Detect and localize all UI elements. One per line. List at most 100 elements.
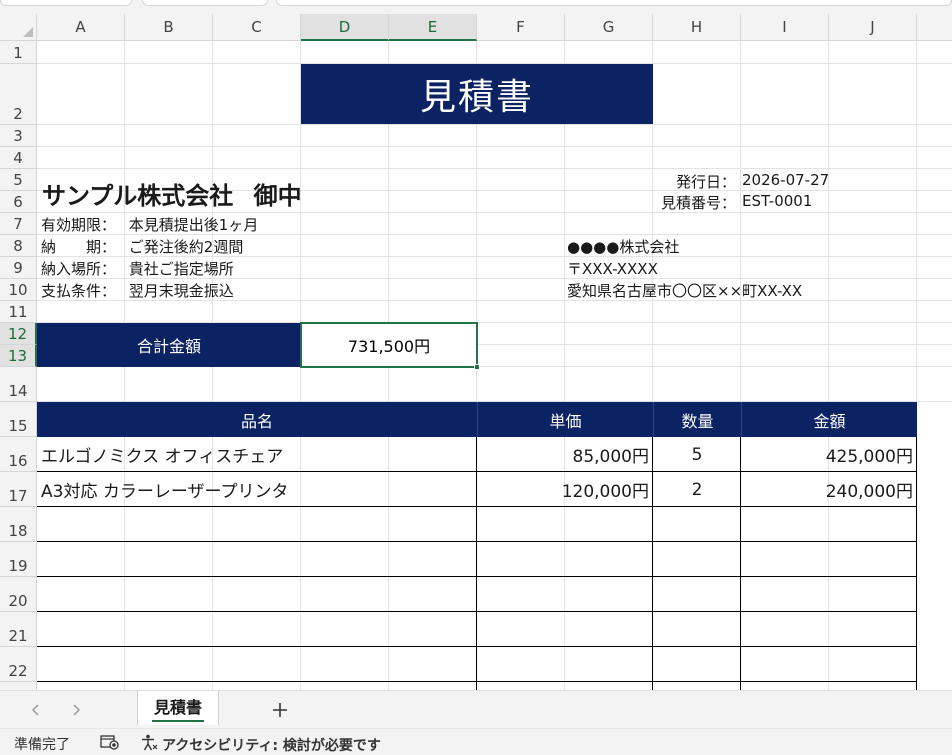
row-header[interactable]: 8 xyxy=(0,235,37,257)
gridline xyxy=(37,124,952,125)
row-header[interactable]: 19 xyxy=(0,542,37,577)
column-header-i[interactable]: I xyxy=(741,14,829,41)
status-ready: 準備完了 xyxy=(14,737,70,753)
table-border xyxy=(37,611,917,612)
accessibility-icon xyxy=(140,734,158,755)
column-header-h[interactable]: H xyxy=(653,14,741,41)
toolbar-tab-stub[interactable] xyxy=(0,0,132,6)
accessibility-status[interactable]: アクセシビリティ: 検討が必要です xyxy=(140,734,381,755)
table-border xyxy=(37,576,917,577)
row-header[interactable]: 15 xyxy=(0,402,37,437)
spreadsheet-grid[interactable]: A B C D E F G H I J 1 2 3 4 5 6 7 8 9 10… xyxy=(0,14,952,690)
term-row[interactable]: 納入場所： 貴社ご指定場所 xyxy=(41,258,234,279)
column-header-j[interactable]: J xyxy=(829,14,917,41)
table-border xyxy=(37,681,917,682)
sheet-tab-label: 見積書 xyxy=(153,698,202,717)
sheet-tab-bar: 見積書 xyxy=(0,690,952,728)
chevron-left-icon[interactable] xyxy=(25,699,47,721)
row-header[interactable]: 9 xyxy=(0,257,37,279)
row-header[interactable]: 4 xyxy=(0,147,37,169)
item-amount[interactable]: 240,000円 xyxy=(741,472,913,507)
term-value: 貴社ご指定場所 xyxy=(128,260,234,278)
gridline xyxy=(37,146,952,147)
row-header[interactable]: 18 xyxy=(0,507,37,542)
row-header[interactable]: 1 xyxy=(0,41,37,64)
excel-window: A B C D E F G H I J 1 2 3 4 5 6 7 8 9 10… xyxy=(0,0,952,755)
chevron-right-icon[interactable] xyxy=(65,699,87,721)
table-border xyxy=(916,437,917,690)
row-header[interactable]: 10 xyxy=(0,279,37,301)
term-value: 本見積提出後1ヶ月 xyxy=(128,216,259,234)
row-header[interactable]: 20 xyxy=(0,577,37,612)
term-row[interactable]: 支払条件： 翌月末現金振込 xyxy=(41,280,234,301)
column-header-c[interactable]: C xyxy=(213,14,301,41)
sheet-tab-active[interactable]: 見積書 xyxy=(137,691,219,725)
client-name[interactable]: サンプル株式会社 御中 xyxy=(42,176,302,211)
issue-date-label[interactable]: 発行日： xyxy=(565,171,736,192)
issuer-name[interactable]: ●●●●株式会社 xyxy=(567,236,679,257)
top-strip xyxy=(0,0,952,14)
row-header[interactable]: 2 xyxy=(0,64,37,125)
column-header-a[interactable]: A xyxy=(37,14,125,41)
estimate-title[interactable]: 見積書 xyxy=(301,64,653,124)
issue-date-value[interactable]: 2026-07-27 xyxy=(742,171,829,189)
item-name[interactable]: A3対応 カラーレーザープリンタ xyxy=(41,472,289,507)
item-unit-price[interactable]: 120,000円 xyxy=(477,472,649,507)
row-header[interactable]: 17 xyxy=(0,472,37,507)
row-header[interactable]: 3 xyxy=(0,125,37,147)
fill-handle[interactable] xyxy=(474,364,480,370)
row-header[interactable]: 22 xyxy=(0,647,37,682)
row-header[interactable]: 6 xyxy=(0,191,37,213)
row-header[interactable]: 16 xyxy=(0,437,37,472)
term-row[interactable]: 有効期限： 本見積提出後1ヶ月 xyxy=(41,214,258,235)
row-header[interactable] xyxy=(0,682,37,690)
gridline xyxy=(37,168,952,169)
accessibility-label: アクセシビリティ: 検討が必要です xyxy=(162,737,381,754)
column-header-e[interactable]: E xyxy=(389,14,477,41)
issuer-address[interactable]: 愛知県名古屋市〇〇区××町XX-XX xyxy=(567,280,802,301)
item-quantity[interactable]: 5 xyxy=(653,437,741,472)
row-header[interactable]: 13 xyxy=(0,345,37,367)
term-label: 有効期限： xyxy=(41,216,117,234)
toolbar-tab-stub[interactable] xyxy=(142,0,268,6)
table-header-name[interactable]: 品名 xyxy=(37,402,477,437)
item-name[interactable]: エルゴノミクス オフィスチェア xyxy=(41,437,283,472)
estimate-number-value[interactable]: EST-0001 xyxy=(742,192,812,210)
item-quantity[interactable]: 2 xyxy=(653,472,741,507)
row-header[interactable]: 14 xyxy=(0,367,37,402)
select-all-corner[interactable] xyxy=(0,14,37,41)
row-header[interactable]: 12 xyxy=(0,323,37,345)
column-header-g[interactable]: G xyxy=(565,14,653,41)
term-row[interactable]: 納 期： ご発注後約2週間 xyxy=(41,236,243,257)
column-header-f[interactable]: F xyxy=(477,14,565,41)
total-amount-cell[interactable]: 731,500円 xyxy=(300,322,480,370)
table-border xyxy=(37,646,917,647)
estimate-number-label[interactable]: 見積番号： xyxy=(565,192,736,213)
client-honorific: 御中 xyxy=(253,182,302,210)
term-label: 納 期： xyxy=(41,238,117,256)
plus-icon[interactable] xyxy=(266,696,294,724)
toolbar-tab-stub[interactable] xyxy=(276,0,952,6)
table-header-quantity[interactable]: 数量 xyxy=(653,402,741,437)
gridline xyxy=(37,212,952,213)
row-header[interactable]: 11 xyxy=(0,301,37,323)
term-label: 支払条件： xyxy=(41,282,117,300)
column-header-b[interactable]: B xyxy=(125,14,213,41)
total-amount-value: 731,500円 xyxy=(347,337,431,356)
row-header[interactable]: 21 xyxy=(0,612,37,647)
sheet-tab-underline xyxy=(152,720,204,722)
status-bar: 準備完了 アクセシビリティ: 検討が必要です xyxy=(0,728,952,755)
client-company: サンプル株式会社 xyxy=(42,182,234,210)
table-header-amount[interactable]: 金額 xyxy=(741,402,917,437)
item-unit-price[interactable]: 85,000円 xyxy=(477,437,649,472)
column-header-d[interactable]: D xyxy=(301,14,389,41)
table-border xyxy=(37,541,917,542)
item-amount[interactable]: 425,000円 xyxy=(741,437,913,472)
row-header[interactable]: 7 xyxy=(0,213,37,235)
issuer-postal[interactable]: 〒XXX-XXXX xyxy=(567,258,658,279)
macro-record-icon[interactable] xyxy=(100,735,120,750)
total-amount-label[interactable]: 合計金額 xyxy=(37,323,301,367)
row-header[interactable]: 5 xyxy=(0,169,37,191)
table-header-unit-price[interactable]: 単価 xyxy=(477,402,653,437)
column-header-k[interactable] xyxy=(917,14,952,41)
